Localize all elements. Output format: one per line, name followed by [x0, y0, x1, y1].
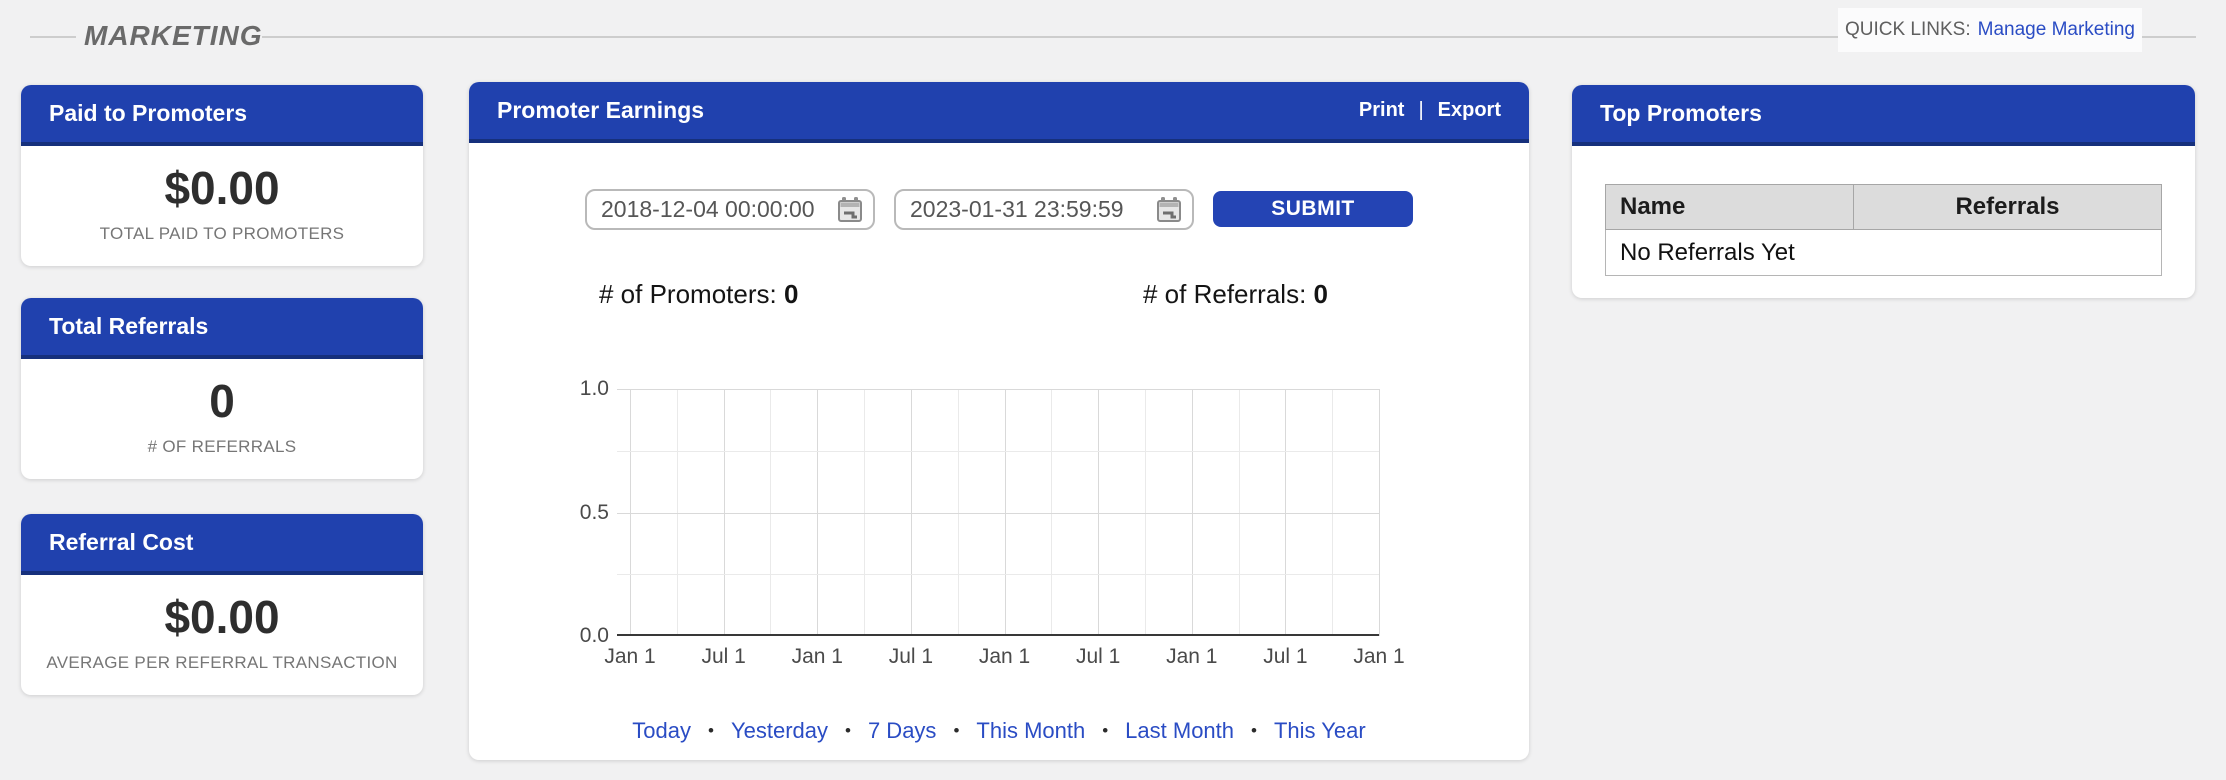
start-date-value: 2018-12-04 00:00:00: [601, 196, 815, 223]
x-tick-label: Jan 1: [1147, 645, 1237, 669]
calendar-icon[interactable]: [835, 195, 865, 225]
x-tick-label: Jan 1: [585, 645, 675, 669]
range-link-7-days[interactable]: 7 Days: [868, 718, 936, 744]
gridline: [617, 513, 1379, 514]
top-promoters-panel: Top Promoters Name Referrals No Referral…: [1572, 85, 2195, 298]
gridline: [617, 389, 1379, 390]
promoter-earnings-panel: Promoter Earnings Print | Export 2018-12…: [469, 82, 1529, 760]
y-tick-label: 1.0: [529, 377, 609, 401]
panel-title: Promoter Earnings: [497, 97, 704, 124]
actions-divider: |: [1418, 99, 1423, 122]
panel-actions: Print | Export: [1359, 99, 1501, 122]
top-promoters-table: Name Referrals No Referrals Yet: [1605, 184, 2162, 276]
x-tick-label: Jul 1: [679, 645, 769, 669]
earnings-chart: 1.00.50.0Jan 1Jul 1Jan 1Jul 1Jan 1Jul 1J…: [630, 389, 1379, 636]
x-axis-line: [617, 634, 1379, 636]
gridline: [617, 574, 1379, 575]
range-link-this-month[interactable]: This Month: [976, 718, 1085, 744]
card-header: Paid to Promoters: [21, 85, 423, 146]
range-separator: •: [953, 721, 959, 741]
table-header-row: Name Referrals: [1606, 185, 2162, 230]
panel-header: Top Promoters: [1572, 85, 2195, 146]
card-total-referrals: Total Referrals 0 # OF REFERRALS: [21, 298, 423, 479]
gridline: [617, 451, 1379, 452]
quick-links-label: QUICK LINKS:: [1845, 19, 1971, 41]
table-row: No Referrals Yet: [1606, 230, 2162, 276]
range-separator: •: [1102, 721, 1108, 741]
card-paid-to-promoters: Paid to Promoters $0.00 TOTAL PAID TO PR…: [21, 85, 423, 266]
page-title: MARKETING: [84, 20, 263, 52]
promoters-count: # of Promoters: 0: [599, 279, 798, 310]
range-separator: •: [1251, 721, 1257, 741]
quick-range-links: Today • Yesterday • 7 Days • This Month • Last M…: [469, 718, 1529, 744]
end-date-value: 2023-01-31 23:59:59: [910, 196, 1124, 223]
quick-links: QUICK LINKS: Manage Marketing: [1838, 8, 2142, 52]
x-tick-label: Jan 1: [960, 645, 1050, 669]
column-header-name: Name: [1606, 185, 1854, 230]
x-tick-label: Jul 1: [866, 645, 956, 669]
submit-button[interactable]: SUBMIT: [1213, 191, 1413, 227]
range-link-this-year[interactable]: This Year: [1274, 718, 1366, 744]
range-link-last-month[interactable]: Last Month: [1125, 718, 1234, 744]
card-title: Paid to Promoters: [49, 100, 247, 127]
manage-marketing-link[interactable]: Manage Marketing: [1978, 19, 2135, 41]
referrals-count-value: 0: [1314, 279, 1328, 309]
x-tick-label: Jan 1: [772, 645, 862, 669]
marketing-dashboard: { "header": { "title": "MARKETING", "qui…: [0, 0, 2226, 780]
card-value: 0: [21, 374, 423, 428]
x-tick-label: Jul 1: [1240, 645, 1330, 669]
x-tick-label: Jul 1: [1053, 645, 1143, 669]
card-value: $0.00: [21, 161, 423, 215]
card-caption: TOTAL PAID TO PROMOTERS: [21, 224, 423, 244]
start-date-input[interactable]: 2018-12-04 00:00:00: [585, 189, 875, 230]
export-link[interactable]: Export: [1438, 99, 1501, 122]
promoters-count-label: # of Promoters:: [599, 279, 777, 309]
card-caption: AVERAGE PER REFERRAL TRANSACTION: [21, 653, 423, 673]
y-tick-label: 0.5: [529, 501, 609, 525]
card-value: $0.00: [21, 590, 423, 644]
card-caption: # OF REFERRALS: [21, 437, 423, 457]
print-link[interactable]: Print: [1359, 99, 1405, 122]
empty-state-cell: No Referrals Yet: [1606, 230, 2162, 276]
header-rule-left: [30, 36, 76, 38]
range-separator: •: [845, 721, 851, 741]
gridline: [1379, 389, 1380, 636]
panel-header: Promoter Earnings Print | Export: [469, 82, 1529, 143]
range-link-today[interactable]: Today: [632, 718, 691, 744]
card-header: Total Referrals: [21, 298, 423, 359]
panel-title: Top Promoters: [1600, 100, 1762, 127]
referrals-count-label: # of Referrals:: [1143, 279, 1306, 309]
column-header-referrals: Referrals: [1854, 185, 2162, 230]
end-date-input[interactable]: 2023-01-31 23:59:59: [894, 189, 1194, 230]
calendar-icon[interactable]: [1154, 195, 1184, 225]
range-link-yesterday[interactable]: Yesterday: [731, 718, 828, 744]
promoters-count-value: 0: [784, 279, 798, 309]
card-title: Total Referrals: [49, 313, 208, 340]
range-separator: •: [708, 721, 714, 741]
referrals-count: # of Referrals: 0: [1143, 279, 1328, 310]
card-referral-cost: Referral Cost $0.00 AVERAGE PER REFERRAL…: [21, 514, 423, 695]
x-tick-label: Jan 1: [1334, 645, 1424, 669]
card-title: Referral Cost: [49, 529, 193, 556]
card-header: Referral Cost: [21, 514, 423, 575]
